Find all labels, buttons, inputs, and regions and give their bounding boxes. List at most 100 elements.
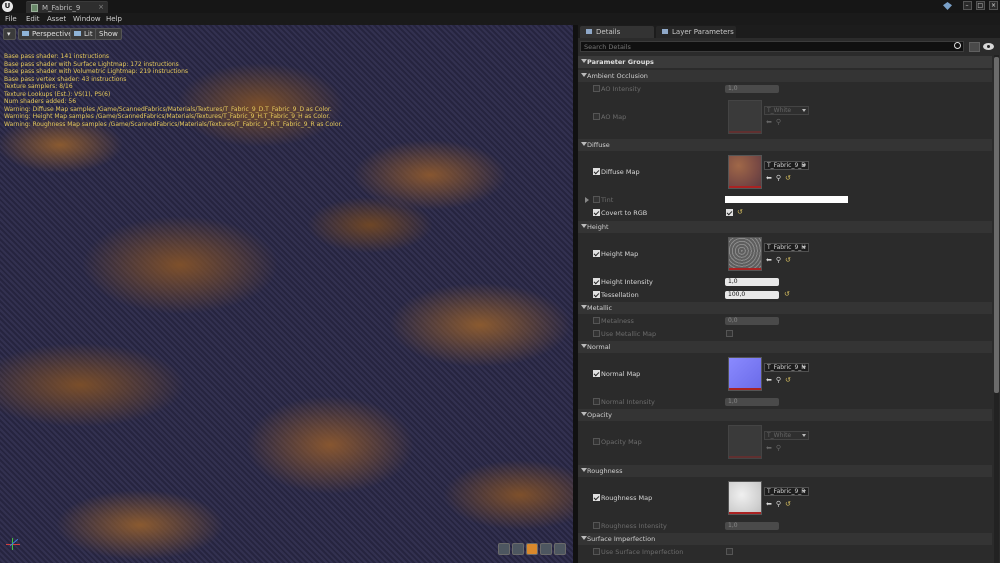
browse-icon[interactable]: ⚲: [776, 257, 781, 264]
menu-file[interactable]: File: [5, 15, 17, 23]
ao-map-thumbnail[interactable]: [728, 100, 762, 134]
diffuse-map-thumbnail[interactable]: [728, 155, 762, 189]
lit-button[interactable]: Lit: [70, 28, 97, 40]
group-surface-imperfection[interactable]: Surface Imperfection: [578, 533, 992, 545]
metalness-field[interactable]: 0,0: [725, 317, 779, 325]
browse-icon[interactable]: ⚲: [776, 175, 781, 182]
use-selected-icon[interactable]: ⬅: [766, 257, 772, 264]
reset-icon[interactable]: ↺: [785, 175, 791, 182]
covert-to-rgb-checkbox[interactable]: [593, 209, 600, 216]
group-opacity[interactable]: Opacity: [578, 409, 992, 421]
roughness-intensity-checkbox[interactable]: [593, 522, 600, 529]
covert-to-rgb-value-checkbox[interactable]: [726, 209, 733, 216]
close-tab-icon[interactable]: ×: [98, 3, 104, 11]
group-ambient-occlusion[interactable]: Ambient Occlusion: [578, 70, 992, 82]
normal-intensity-field[interactable]: 1,0: [725, 398, 779, 406]
tessellation-field[interactable]: 100,0: [725, 291, 779, 299]
ao-intensity-field[interactable]: 1,0: [725, 85, 779, 93]
show-label: Show: [99, 30, 118, 38]
show-button[interactable]: Show: [95, 28, 122, 40]
tessellation-checkbox[interactable]: [593, 291, 600, 298]
details-scrollbar[interactable]: [994, 55, 999, 563]
use-metallic-map-checkbox[interactable]: [593, 330, 600, 337]
scrollbar-thumb[interactable]: [994, 57, 999, 393]
normal-map-thumbnail[interactable]: [728, 357, 762, 391]
tab-layer-parameters-label: Layer Parameters: [672, 28, 734, 36]
view-options-icon[interactable]: [983, 43, 994, 50]
browse-icon[interactable]: ⚲: [776, 119, 781, 126]
maximize-button[interactable]: □: [975, 1, 985, 10]
roughness-map-checkbox[interactable]: [593, 494, 600, 501]
group-label: Height: [587, 223, 609, 231]
stat-line: Texture samplers: 8/16: [4, 83, 73, 90]
material-preview-viewport[interactable]: ▾ Perspective Lit Show Base pass shader:…: [0, 25, 573, 563]
group-diffuse[interactable]: Diffuse: [578, 139, 992, 151]
browse-icon[interactable]: ⚲: [776, 377, 781, 384]
group-roughness[interactable]: Roughness: [578, 465, 992, 477]
use-selected-icon[interactable]: ⬅: [766, 501, 772, 508]
opacity-map-thumbnail[interactable]: [728, 425, 762, 459]
close-button[interactable]: ×: [989, 1, 998, 10]
reset-icon[interactable]: ↺: [784, 290, 790, 298]
menu-edit[interactable]: Edit: [26, 15, 40, 23]
use-selected-icon[interactable]: ⬅: [766, 377, 772, 384]
perspective-button[interactable]: Perspective: [18, 28, 77, 40]
cylinder-mesh-icon[interactable]: [498, 543, 510, 555]
height-map-thumbnail[interactable]: [728, 237, 762, 271]
ao-intensity-checkbox[interactable]: [593, 85, 600, 92]
diffuse-map-checkbox[interactable]: [593, 168, 600, 175]
normal-map-asset-picker[interactable]: T_Fabric_9_N: [764, 363, 809, 372]
cube-mesh-icon[interactable]: [540, 543, 552, 555]
viewport-options-button[interactable]: ▾: [3, 28, 16, 40]
plane-mesh-icon[interactable]: [526, 543, 538, 555]
tab-details[interactable]: Details: [580, 26, 654, 38]
reset-icon[interactable]: ↺: [785, 377, 791, 384]
shader-stats: Base pass shader: 141 instructions Base …: [4, 53, 342, 128]
reset-icon[interactable]: ↺: [737, 208, 743, 216]
roughness-map-thumbnail[interactable]: [728, 481, 762, 515]
use-selected-icon[interactable]: ⬅: [766, 175, 772, 182]
menu-asset[interactable]: Asset: [47, 15, 66, 23]
use-metallic-map-value-checkbox[interactable]: [726, 330, 733, 337]
group-normal[interactable]: Normal: [578, 341, 992, 353]
search-details-input[interactable]: [580, 41, 964, 52]
tint-expand-icon[interactable]: [585, 197, 589, 203]
diffuse-map-asset-picker[interactable]: T_Fabric_9_D: [764, 161, 809, 170]
height-map-checkbox[interactable]: [593, 250, 600, 257]
tab-details-label: Details: [596, 28, 621, 36]
roughness-map-asset-picker[interactable]: T_Fabric_9_R: [764, 487, 809, 496]
category-parameter-groups[interactable]: Parameter Groups: [578, 56, 992, 68]
ao-map-checkbox[interactable]: [593, 113, 600, 120]
use-selected-icon[interactable]: ⬅: [766, 119, 772, 126]
custom-mesh-icon[interactable]: [554, 543, 566, 555]
browse-icon[interactable]: ⚲: [776, 445, 781, 452]
tint-color-swatch[interactable]: [725, 196, 848, 203]
source-control-icon[interactable]: [943, 2, 952, 10]
height-intensity-checkbox[interactable]: [593, 278, 600, 285]
normal-intensity-checkbox[interactable]: [593, 398, 600, 405]
menu-window[interactable]: Window: [73, 15, 101, 23]
sphere-mesh-icon[interactable]: [512, 543, 524, 555]
browse-icon[interactable]: ⚲: [776, 501, 781, 508]
height-map-asset-picker[interactable]: T_Fabric_9_H: [764, 243, 809, 252]
normal-map-checkbox[interactable]: [593, 370, 600, 377]
opacity-map-asset-picker[interactable]: T_White: [764, 431, 809, 440]
tint-checkbox[interactable]: [593, 196, 600, 203]
minimize-button[interactable]: –: [962, 1, 972, 10]
roughness-intensity-field[interactable]: 1,0: [725, 522, 779, 530]
use-surface-imperfection-value-checkbox[interactable]: [726, 548, 733, 555]
reset-icon[interactable]: ↺: [785, 257, 791, 264]
reset-icon[interactable]: ↺: [785, 501, 791, 508]
ao-map-asset-picker[interactable]: T_White: [764, 106, 809, 115]
group-height[interactable]: Height: [578, 221, 992, 233]
use-surface-imperfection-checkbox[interactable]: [593, 548, 600, 555]
opacity-map-checkbox[interactable]: [593, 438, 600, 445]
height-intensity-field[interactable]: 1,0: [725, 278, 779, 286]
tab-layer-parameters[interactable]: Layer Parameters: [656, 26, 736, 38]
group-metallic[interactable]: Metallic: [578, 302, 992, 314]
use-selected-icon[interactable]: ⬅: [766, 445, 772, 452]
menu-help[interactable]: Help: [106, 15, 122, 23]
metalness-checkbox[interactable]: [593, 317, 600, 324]
property-matrix-button[interactable]: [969, 42, 980, 52]
use-surface-imperfection-label: Use Surface Imperfection: [601, 548, 684, 556]
